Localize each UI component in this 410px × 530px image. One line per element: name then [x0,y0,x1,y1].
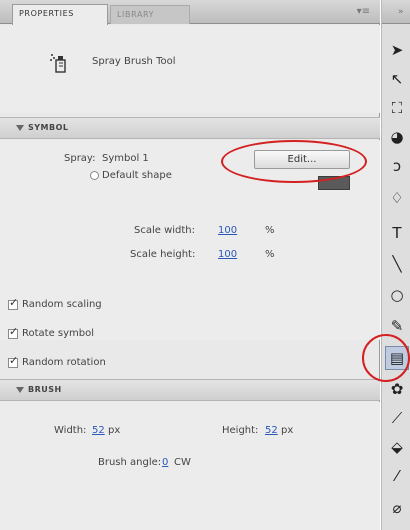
scale-width-value[interactable]: 100 [218,225,237,236]
deco-icon[interactable]: ✿ [385,377,409,401]
panel-tabbar: PROPERTIES LIBRARY ▾≡ [0,0,380,25]
pen-icon[interactable]: ♢ [385,186,409,210]
default-shape-label: Default shape [102,170,172,181]
selection-arrow-icon[interactable]: ➤ [385,38,409,62]
symbol-section-body [0,140,380,340]
scale-height-label: Scale height: [130,249,196,260]
spray-brush-icon[interactable]: ▤ [385,346,409,370]
spray-brush-icon [50,54,66,73]
brush-section-label: BRUSH [28,385,62,394]
default-shape-checkbox[interactable] [90,171,99,180]
random-rotation-label: Random rotation [22,357,106,368]
eraser-icon[interactable]: ⌀ [385,496,409,520]
free-transform-icon[interactable]: ⛶ [385,96,409,120]
scale-height-unit: % [265,249,275,260]
brush-height-label: Height: [222,425,259,436]
bone-icon[interactable]: ⟋ [385,406,409,430]
scale-width-unit: % [265,225,275,236]
line-icon[interactable]: ╲ [385,252,409,276]
brush-height-unit: px [281,425,294,436]
properties-panel: PROPERTIES LIBRARY ▾≡ Spray Brush Tool S… [0,0,380,530]
brush-width-unit: px [108,425,121,436]
rotate-symbol-label: Rotate symbol [22,328,95,339]
text-icon[interactable]: T [385,221,409,245]
edit-button[interactable]: Edit... [254,150,350,169]
collapse-triangle-icon [16,125,24,131]
brush-section-header[interactable]: BRUSH [0,379,380,401]
pencil-icon[interactable]: ✎ [385,314,409,338]
brush-angle-label: Brush angle: [98,457,162,468]
tool-name: Spray Brush Tool [92,56,176,67]
brush-height-value[interactable]: 52 [265,425,278,436]
eyedropper-icon[interactable]: ⁄ [385,464,409,488]
tab-library[interactable]: LIBRARY [110,5,190,24]
scale-width-label: Scale width: [134,225,196,236]
rectangle-icon[interactable]: ○ [385,283,409,307]
spray-label: Spray: [64,153,96,164]
brush-width-label: Width: [54,425,87,436]
3d-rotation-icon[interactable]: ◕ [385,125,409,149]
spray-value: Symbol 1 [102,153,149,164]
random-scaling-label: Random scaling [22,299,102,310]
symbol-section-header[interactable]: SYMBOL [0,117,380,139]
tools-panel-grip[interactable]: » [382,0,410,24]
brush-angle-value[interactable]: 0 [162,457,168,468]
random-scaling-checkbox[interactable]: ✓ [8,297,18,310]
brush-width-value[interactable]: 52 [92,425,105,436]
grip-icon: » [398,7,404,17]
rotate-symbol-checkbox[interactable]: ✓ [8,326,18,339]
paint-bucket-icon[interactable]: ⬙ [385,435,409,459]
symbol-section-label: SYMBOL [28,123,69,132]
panel-menu-icon[interactable]: ▾≡ [357,6,370,17]
collapse-triangle-icon [16,387,24,393]
lasso-icon[interactable]: ↄ [385,154,409,178]
tab-properties[interactable]: PROPERTIES [12,4,108,25]
tool-header: Spray Brush Tool [0,25,380,113]
tools-panel: » ➤ ↖ ⛶ ◕ ↄ ♢ T ╲ ○ ✎ ▤ ✿ ⟋ ⬙ ⁄ ⌀ [381,0,410,530]
spray-color-swatch[interactable] [318,176,350,190]
random-rotation-checkbox[interactable]: ✓ [8,355,18,368]
scale-height-value[interactable]: 100 [218,249,237,260]
brush-angle-unit: CW [174,457,191,468]
subselection-arrow-icon[interactable]: ↖ [385,67,409,91]
